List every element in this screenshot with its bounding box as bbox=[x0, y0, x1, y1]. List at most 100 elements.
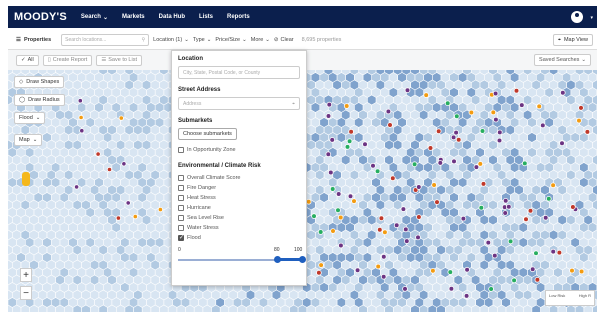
property-pin[interactable] bbox=[511, 277, 517, 284]
property-pin[interactable] bbox=[490, 109, 497, 116]
risk-checkbox-fire-danger[interactable]: Fire Danger bbox=[178, 183, 300, 193]
nav-data-hub[interactable]: Data Hub bbox=[159, 14, 185, 20]
property-pin[interactable] bbox=[455, 137, 462, 143]
property-pin[interactable] bbox=[578, 105, 584, 111]
property-pin[interactable] bbox=[115, 215, 122, 221]
property-pin[interactable] bbox=[402, 226, 409, 233]
property-pin[interactable] bbox=[453, 113, 460, 120]
zoom-out-button[interactable]: − bbox=[20, 286, 32, 300]
save-to-list-button[interactable]: ☰ Save to List bbox=[96, 54, 142, 66]
street-view-pegman-icon[interactable] bbox=[22, 172, 30, 186]
property-pin[interactable] bbox=[403, 238, 410, 244]
property-pin[interactable] bbox=[157, 207, 163, 213]
select-all-button[interactable]: ✓ All bbox=[16, 54, 39, 66]
property-pin[interactable] bbox=[423, 92, 430, 98]
nav-reports[interactable]: Reports bbox=[227, 14, 250, 20]
property-pin[interactable] bbox=[400, 206, 407, 212]
saved-searches-dropdown[interactable]: Saved Searches ⌄ bbox=[534, 54, 591, 66]
property-pin[interactable] bbox=[132, 214, 138, 220]
property-pin[interactable] bbox=[479, 128, 486, 134]
nav-markets[interactable]: Markets bbox=[122, 14, 145, 20]
property-pin[interactable] bbox=[387, 122, 393, 128]
checkbox[interactable] bbox=[178, 185, 184, 191]
property-pin[interactable] bbox=[78, 114, 84, 121]
property-pin[interactable] bbox=[502, 198, 509, 204]
property-pin[interactable] bbox=[344, 144, 351, 150]
property-pin[interactable] bbox=[576, 117, 582, 124]
zoom-in-button[interactable]: + bbox=[20, 268, 32, 282]
risk-checkbox-flood[interactable]: Flood bbox=[178, 233, 300, 243]
property-pin[interactable] bbox=[473, 164, 480, 170]
draw-radius-button[interactable]: ◯ Draw Radius bbox=[14, 94, 65, 106]
map-view-button[interactable]: ⌖ Map View bbox=[552, 34, 593, 46]
property-pin[interactable] bbox=[311, 213, 317, 219]
property-pin[interactable] bbox=[492, 90, 499, 97]
property-pin[interactable] bbox=[389, 175, 396, 182]
property-pin[interactable] bbox=[376, 227, 383, 233]
property-pin[interactable] bbox=[125, 200, 131, 206]
slider-low-handle[interactable] bbox=[273, 256, 281, 263]
property-pin[interactable] bbox=[550, 182, 556, 189]
property-pin[interactable] bbox=[370, 162, 376, 169]
property-pin[interactable] bbox=[570, 204, 576, 210]
property-pin[interactable] bbox=[385, 108, 392, 115]
property-pin[interactable] bbox=[329, 137, 336, 143]
property-pin[interactable] bbox=[326, 101, 333, 108]
clear-filters-button[interactable]: ⊘ Clear bbox=[274, 37, 294, 43]
property-pin[interactable] bbox=[317, 229, 324, 235]
property-pin[interactable] bbox=[534, 277, 541, 283]
property-pin[interactable] bbox=[106, 166, 113, 173]
property-pin[interactable] bbox=[362, 141, 368, 147]
risk-checkbox-sea-level-rise[interactable]: Sea Level Rise bbox=[178, 213, 300, 223]
property-pin[interactable] bbox=[343, 103, 350, 109]
street-address-input[interactable]: Address ⌖ bbox=[178, 97, 300, 110]
risk-checkbox-heat-stress[interactable]: Heat Stress bbox=[178, 193, 300, 203]
property-pin[interactable] bbox=[453, 129, 459, 136]
properties-tab[interactable]: ☰ Properties bbox=[16, 37, 51, 43]
property-pin[interactable] bbox=[451, 158, 457, 165]
property-pin[interactable] bbox=[416, 214, 422, 220]
property-pin[interactable] bbox=[375, 263, 382, 270]
property-pin[interactable] bbox=[447, 269, 454, 275]
property-pin[interactable] bbox=[346, 138, 353, 144]
checkbox[interactable] bbox=[178, 175, 184, 181]
checkbox[interactable] bbox=[178, 234, 184, 241]
location-filter-dropdown[interactable]: Location (1) ⌄ bbox=[153, 37, 189, 43]
property-pin[interactable] bbox=[335, 207, 341, 214]
property-pin[interactable] bbox=[354, 267, 361, 274]
property-pin[interactable] bbox=[464, 266, 470, 273]
property-pin[interactable] bbox=[569, 267, 575, 274]
checkbox[interactable] bbox=[178, 225, 184, 231]
property-pin[interactable] bbox=[444, 100, 451, 107]
property-pin[interactable] bbox=[448, 286, 455, 292]
property-pin[interactable] bbox=[325, 151, 332, 157]
risk-checkbox-water-stress[interactable]: Water Stress bbox=[178, 223, 300, 233]
property-pin[interactable] bbox=[542, 215, 549, 221]
property-pin[interactable] bbox=[505, 204, 512, 210]
property-pin[interactable] bbox=[305, 199, 312, 205]
property-pin[interactable] bbox=[502, 210, 509, 216]
price-size-filter-dropdown[interactable]: Price/Size ⌄ bbox=[215, 37, 246, 43]
property-pin[interactable] bbox=[533, 250, 539, 257]
risk-checkbox-hurricane[interactable]: Hurricane bbox=[178, 203, 300, 213]
property-pin[interactable] bbox=[335, 191, 342, 197]
property-pin[interactable] bbox=[431, 182, 437, 188]
property-pin[interactable] bbox=[434, 199, 440, 205]
property-pin[interactable] bbox=[415, 184, 422, 190]
property-pin[interactable] bbox=[496, 137, 503, 144]
property-pin[interactable] bbox=[380, 274, 387, 280]
moodys-logo[interactable]: MOODY'S bbox=[14, 11, 67, 23]
nav-search[interactable]: Search ⌄ bbox=[81, 14, 108, 21]
property-pin[interactable] bbox=[79, 128, 85, 134]
property-pin[interactable] bbox=[539, 122, 546, 129]
property-pin[interactable] bbox=[478, 204, 485, 211]
map-type-dropdown[interactable]: Map ⌄ bbox=[14, 134, 43, 146]
property-pin[interactable] bbox=[430, 268, 436, 274]
property-pin[interactable] bbox=[523, 216, 529, 223]
property-pin[interactable] bbox=[488, 286, 494, 292]
risk-checkbox-overall-climate-score[interactable]: Overall Climate Score bbox=[178, 173, 300, 183]
opportunity-zone-checkbox[interactable]: In Opportunity Zone bbox=[178, 145, 300, 155]
property-pin[interactable] bbox=[374, 168, 381, 175]
property-pin[interactable] bbox=[480, 181, 487, 187]
property-pin[interactable] bbox=[382, 229, 388, 236]
